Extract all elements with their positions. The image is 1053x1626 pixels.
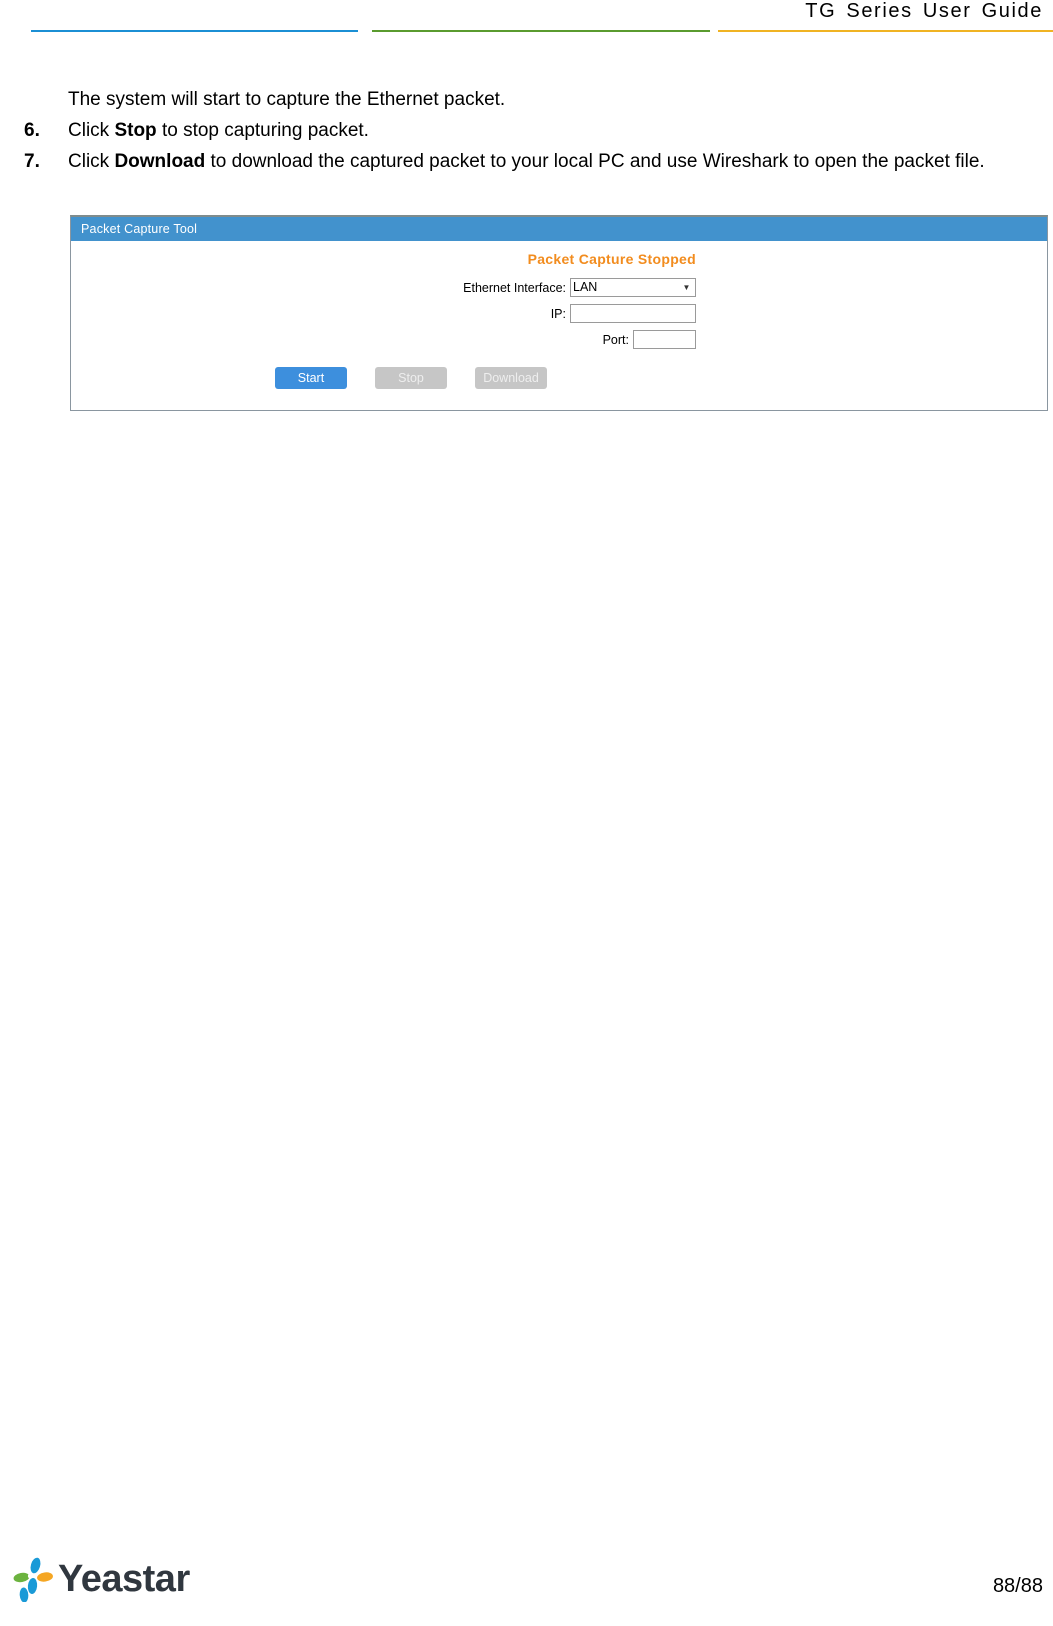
- ip-row: IP:: [71, 304, 696, 323]
- page-footer: Yeastar 88/88: [0, 1542, 1053, 1603]
- page-title: TG Series User Guide: [805, 0, 1043, 22]
- yeastar-logo-text: Yeastar: [58, 1558, 190, 1600]
- ethernet-interface-value: LAN: [573, 280, 598, 294]
- ethernet-interface-label: Ethernet Interface:: [463, 280, 566, 295]
- intro-paragraph: The system will start to capture the Eth…: [68, 89, 506, 110]
- page-number: 88/88: [992, 1575, 1043, 1597]
- panel-titlebar: Packet Capture Tool: [71, 217, 1047, 241]
- ethernet-interface-row: Ethernet Interface: LAN ▼: [71, 278, 696, 297]
- list-item-text-prefix: Click: [68, 151, 115, 172]
- port-input[interactable]: [633, 330, 696, 349]
- list-item-text-bold: Download: [114, 151, 206, 172]
- header-rule-blue: [31, 30, 358, 32]
- yeastar-logo: Yeastar: [12, 1556, 190, 1603]
- list-item-number: 6.: [24, 120, 40, 141]
- port-row: Port:: [71, 330, 696, 349]
- header-rule-green: [372, 30, 710, 32]
- start-button[interactable]: Start: [275, 367, 347, 389]
- document-content: The system will start to capture the Eth…: [0, 84, 1053, 177]
- ip-label: IP:: [550, 306, 566, 321]
- panel-button-row: Start Stop Download: [71, 367, 751, 389]
- page-header: TG Series User Guide: [0, 0, 1053, 40]
- yeastar-logo-icon: [12, 1556, 54, 1603]
- list-item-text-bold: Stop: [114, 120, 157, 141]
- list-item-text-suffix: to stop capturing packet.: [156, 120, 369, 141]
- port-label: Port:: [602, 332, 629, 347]
- header-rule-yellow: [718, 30, 1053, 32]
- list-item-text-suffix: to download the captured packet to your …: [205, 151, 985, 172]
- list-item-text-prefix: Click: [68, 120, 115, 141]
- packet-capture-tool-panel: Packet Capture Tool Packet Capture Stopp…: [70, 215, 1048, 411]
- ethernet-interface-select[interactable]: LAN ▼: [570, 278, 696, 297]
- list-item: 7. Click Download to download the captur…: [24, 146, 1009, 177]
- list-item-number: 7.: [24, 151, 40, 172]
- ip-input[interactable]: [570, 304, 696, 323]
- download-button[interactable]: Download: [475, 367, 547, 389]
- chevron-down-icon: ▼: [682, 283, 691, 292]
- stop-button[interactable]: Stop: [375, 367, 447, 389]
- panel-body: Packet Capture Stopped Ethernet Interfac…: [71, 241, 1047, 409]
- list-item: 6. Click Stop to stop capturing packet.: [24, 115, 1009, 146]
- capture-status-text: Packet Capture Stopped: [527, 251, 696, 267]
